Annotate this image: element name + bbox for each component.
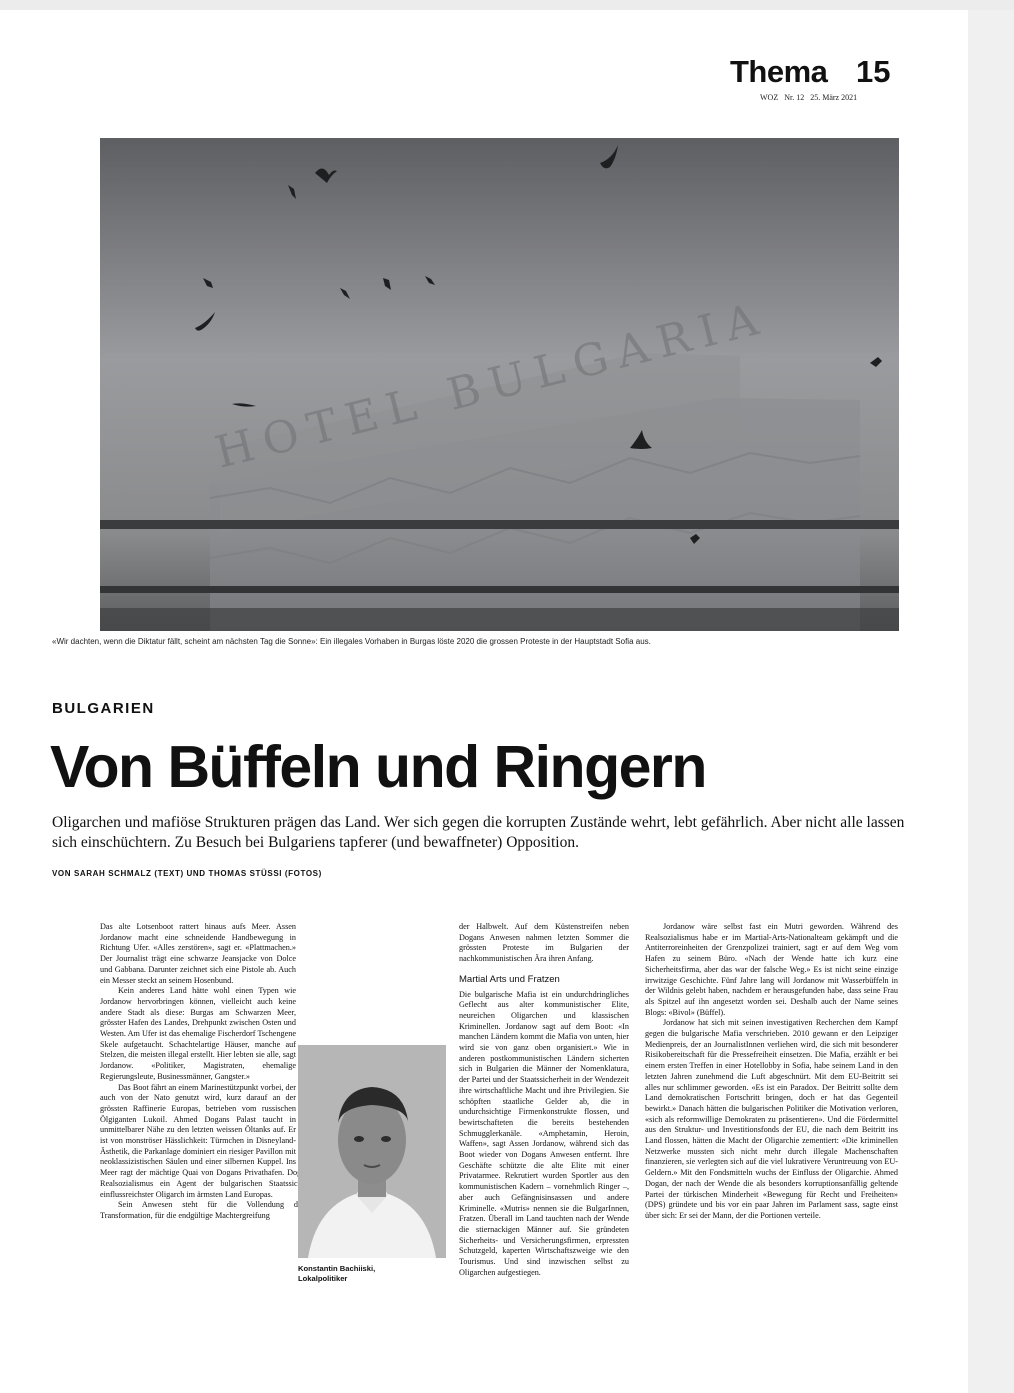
section-title: Thema: [730, 54, 828, 89]
hero-photo-art: HOTEL BULGARIA: [100, 138, 899, 631]
issue-number: Nr. 12: [784, 93, 805, 102]
article-byline: VON SARAH SCHMALZ (TEXT) UND THOMAS STÜS…: [52, 869, 322, 878]
article-column-2: der Halbwelt. Auf dem Küstenstreifen neb…: [373, 922, 629, 1310]
newspaper-page: Thema 15 WOZ Nr. 12 25. März 2021 HOTEL: [0, 10, 968, 1393]
viewer-top-band: [0, 0, 1014, 10]
article-title: Von Büffeln und Ringern: [50, 734, 707, 800]
hero-photo: HOTEL BULGARIA: [100, 138, 899, 631]
issue-meta: WOZ Nr. 12 25. März 2021: [760, 93, 861, 102]
publication-name: WOZ: [760, 93, 779, 102]
paragraph: Die bulgarische Mafia ist ein undurchdri…: [459, 989, 629, 1277]
article-column-3: Jordanow wäre selbst fast ein Mutri gewo…: [645, 922, 898, 1222]
photo-caption: «Wir dachten, wenn die Diktatur fällt, s…: [52, 637, 651, 646]
paragraph: Jordanow wäre selbst fast ein Mutri gewo…: [645, 922, 898, 1017]
article-subhead: Martial Arts und Fratzen: [459, 973, 560, 985]
viewer-scrollbar-track[interactable]: [968, 10, 1014, 1393]
issue-date: 25. März 2021: [810, 93, 858, 102]
paragraph: der Halbwelt. Auf dem Küstenstreifen neb…: [459, 922, 629, 964]
paragraph: Das alte Lotsenboot rattert hinaus aufs …: [100, 922, 296, 985]
article-kicker: BULGARIEN: [52, 700, 155, 717]
page-number: 15: [856, 54, 891, 89]
paragraph: Jordanow hat sich mit seinen investigati…: [645, 1018, 898, 1220]
article-lead: Oligarchen und mafiöse Strukturen prägen…: [52, 814, 905, 851]
